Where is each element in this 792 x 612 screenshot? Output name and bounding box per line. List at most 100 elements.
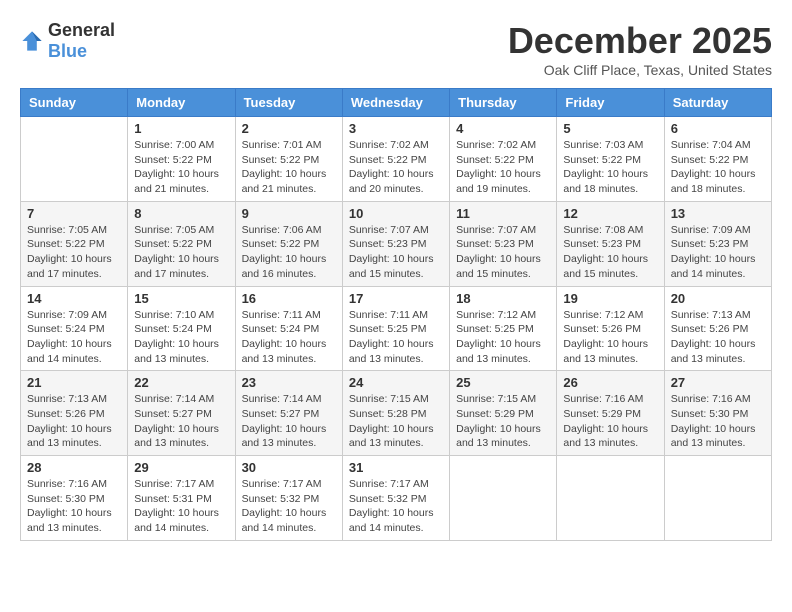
day-number: 19	[563, 291, 657, 306]
calendar-table: SundayMondayTuesdayWednesdayThursdayFrid…	[20, 88, 772, 541]
day-number: 16	[242, 291, 336, 306]
day-number: 15	[134, 291, 228, 306]
calendar-cell: 24 Sunrise: 7:15 AM Sunset: 5:28 PM Dayli…	[342, 371, 449, 456]
calendar-cell: 26 Sunrise: 7:16 AM Sunset: 5:29 PM Dayli…	[557, 371, 664, 456]
calendar-cell: 4 Sunrise: 7:02 AM Sunset: 5:22 PM Daylig…	[450, 117, 557, 202]
day-number: 11	[456, 206, 550, 221]
calendar-cell: 31 Sunrise: 7:17 AM Sunset: 5:32 PM Dayli…	[342, 456, 449, 541]
day-number: 31	[349, 460, 443, 475]
day-number: 1	[134, 121, 228, 136]
calendar-week-row: 1 Sunrise: 7:00 AM Sunset: 5:22 PM Daylig…	[21, 117, 772, 202]
day-info: Sunrise: 7:02 AM Sunset: 5:22 PM Dayligh…	[349, 138, 443, 197]
day-number: 25	[456, 375, 550, 390]
calendar-cell: 11 Sunrise: 7:07 AM Sunset: 5:23 PM Dayli…	[450, 201, 557, 286]
day-number: 13	[671, 206, 765, 221]
day-info: Sunrise: 7:01 AM Sunset: 5:22 PM Dayligh…	[242, 138, 336, 197]
calendar-cell: 6 Sunrise: 7:04 AM Sunset: 5:22 PM Daylig…	[664, 117, 771, 202]
calendar-cell: 15 Sunrise: 7:10 AM Sunset: 5:24 PM Dayli…	[128, 286, 235, 371]
calendar-cell: 19Sunrise: 7:12 AM Sunset: 5:26 PM Dayli…	[557, 286, 664, 371]
day-number: 24	[349, 375, 443, 390]
weekday-header: Wednesday	[342, 89, 449, 117]
logo-icon	[20, 29, 44, 53]
calendar-week-row: 7 Sunrise: 7:05 AM Sunset: 5:22 PM Daylig…	[21, 201, 772, 286]
day-info: Sunrise: 7:14 AM Sunset: 5:27 PM Dayligh…	[134, 392, 228, 451]
calendar-cell: 10Sunrise: 7:07 AM Sunset: 5:23 PM Dayli…	[342, 201, 449, 286]
day-number: 20	[671, 291, 765, 306]
day-info: Sunrise: 7:16 AM Sunset: 5:30 PM Dayligh…	[27, 477, 121, 536]
calendar-cell	[557, 456, 664, 541]
weekday-header: Tuesday	[235, 89, 342, 117]
calendar-cell: 13 Sunrise: 7:09 AM Sunset: 5:23 PM Dayli…	[664, 201, 771, 286]
calendar-week-row: 14 Sunrise: 7:09 AM Sunset: 5:24 PM Dayli…	[21, 286, 772, 371]
day-info: Sunrise: 7:15 AM Sunset: 5:28 PM Dayligh…	[349, 392, 443, 451]
day-info: Sunrise: 7:06 AM Sunset: 5:22 PM Dayligh…	[242, 223, 336, 282]
day-info: Sunrise: 7:09 AM Sunset: 5:24 PM Dayligh…	[27, 308, 121, 367]
day-info: Sunrise: 7:17 AM Sunset: 5:32 PM Dayligh…	[349, 477, 443, 536]
logo-text: General Blue	[48, 20, 115, 62]
calendar-week-row: 28 Sunrise: 7:16 AM Sunset: 5:30 PM Dayli…	[21, 456, 772, 541]
weekday-header-row: SundayMondayTuesdayWednesdayThursdayFrid…	[21, 89, 772, 117]
day-info: Sunrise: 7:17 AM Sunset: 5:31 PM Dayligh…	[134, 477, 228, 536]
day-info: Sunrise: 7:07 AM Sunset: 5:23 PM Dayligh…	[349, 223, 443, 282]
calendar-cell: 23 Sunrise: 7:14 AM Sunset: 5:27 PM Dayli…	[235, 371, 342, 456]
day-number: 12	[563, 206, 657, 221]
weekday-header: Monday	[128, 89, 235, 117]
day-info: Sunrise: 7:00 AM Sunset: 5:22 PM Dayligh…	[134, 138, 228, 197]
day-info: Sunrise: 7:13 AM Sunset: 5:26 PM Dayligh…	[27, 392, 121, 451]
day-number: 29	[134, 460, 228, 475]
weekday-header: Sunday	[21, 89, 128, 117]
calendar-cell: 21 Sunrise: 7:13 AM Sunset: 5:26 PM Dayli…	[21, 371, 128, 456]
day-info: Sunrise: 7:16 AM Sunset: 5:29 PM Dayligh…	[563, 392, 657, 451]
weekday-header: Saturday	[664, 89, 771, 117]
day-number: 6	[671, 121, 765, 136]
day-info: Sunrise: 7:14 AM Sunset: 5:27 PM Dayligh…	[242, 392, 336, 451]
day-info: Sunrise: 7:16 AM Sunset: 5:30 PM Dayligh…	[671, 392, 765, 451]
weekday-header: Friday	[557, 89, 664, 117]
logo-blue: Blue	[48, 41, 87, 61]
day-info: Sunrise: 7:09 AM Sunset: 5:23 PM Dayligh…	[671, 223, 765, 282]
day-number: 3	[349, 121, 443, 136]
calendar-cell: 27Sunrise: 7:16 AM Sunset: 5:30 PM Dayli…	[664, 371, 771, 456]
calendar-cell: 9 Sunrise: 7:06 AM Sunset: 5:22 PM Daylig…	[235, 201, 342, 286]
calendar-cell	[21, 117, 128, 202]
day-number: 22	[134, 375, 228, 390]
calendar-cell: 17 Sunrise: 7:11 AM Sunset: 5:25 PM Dayli…	[342, 286, 449, 371]
calendar-cell: 14 Sunrise: 7:09 AM Sunset: 5:24 PM Dayli…	[21, 286, 128, 371]
day-info: Sunrise: 7:02 AM Sunset: 5:22 PM Dayligh…	[456, 138, 550, 197]
title-block: December 2025 Oak Cliff Place, Texas, Un…	[508, 20, 772, 78]
calendar-cell: 25Sunrise: 7:15 AM Sunset: 5:29 PM Dayli…	[450, 371, 557, 456]
day-number: 28	[27, 460, 121, 475]
day-info: Sunrise: 7:05 AM Sunset: 5:22 PM Dayligh…	[27, 223, 121, 282]
day-info: Sunrise: 7:04 AM Sunset: 5:22 PM Dayligh…	[671, 138, 765, 197]
logo: General Blue	[20, 20, 115, 62]
day-number: 7	[27, 206, 121, 221]
day-info: Sunrise: 7:05 AM Sunset: 5:22 PM Dayligh…	[134, 223, 228, 282]
day-info: Sunrise: 7:10 AM Sunset: 5:24 PM Dayligh…	[134, 308, 228, 367]
logo-general: General	[48, 20, 115, 40]
calendar-week-row: 21 Sunrise: 7:13 AM Sunset: 5:26 PM Dayli…	[21, 371, 772, 456]
day-info: Sunrise: 7:07 AM Sunset: 5:23 PM Dayligh…	[456, 223, 550, 282]
calendar-cell: 30Sunrise: 7:17 AM Sunset: 5:32 PM Dayli…	[235, 456, 342, 541]
calendar-cell: 1 Sunrise: 7:00 AM Sunset: 5:22 PM Daylig…	[128, 117, 235, 202]
day-number: 23	[242, 375, 336, 390]
calendar-cell: 20 Sunrise: 7:13 AM Sunset: 5:26 PM Dayli…	[664, 286, 771, 371]
calendar-cell: 28 Sunrise: 7:16 AM Sunset: 5:30 PM Dayli…	[21, 456, 128, 541]
day-number: 14	[27, 291, 121, 306]
day-number: 4	[456, 121, 550, 136]
day-info: Sunrise: 7:12 AM Sunset: 5:25 PM Dayligh…	[456, 308, 550, 367]
day-number: 8	[134, 206, 228, 221]
location: Oak Cliff Place, Texas, United States	[508, 62, 772, 78]
calendar-cell	[450, 456, 557, 541]
day-info: Sunrise: 7:13 AM Sunset: 5:26 PM Dayligh…	[671, 308, 765, 367]
day-number: 5	[563, 121, 657, 136]
calendar-cell: 29 Sunrise: 7:17 AM Sunset: 5:31 PM Dayli…	[128, 456, 235, 541]
weekday-header: Thursday	[450, 89, 557, 117]
day-info: Sunrise: 7:03 AM Sunset: 5:22 PM Dayligh…	[563, 138, 657, 197]
day-number: 26	[563, 375, 657, 390]
day-number: 17	[349, 291, 443, 306]
day-number: 30	[242, 460, 336, 475]
day-info: Sunrise: 7:11 AM Sunset: 5:25 PM Dayligh…	[349, 308, 443, 367]
day-number: 21	[27, 375, 121, 390]
day-info: Sunrise: 7:11 AM Sunset: 5:24 PM Dayligh…	[242, 308, 336, 367]
day-number: 9	[242, 206, 336, 221]
